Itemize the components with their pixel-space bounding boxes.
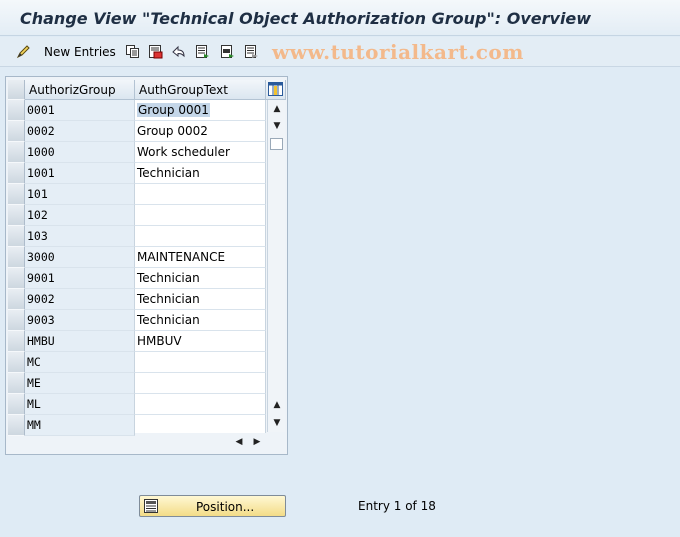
row-selector[interactable]	[8, 247, 25, 268]
delete-icon[interactable]	[148, 44, 163, 59]
cell-authgrouptext[interactable]: Group 0002	[135, 121, 266, 142]
cell-authgrouptext-value: MAINTENANCE	[137, 250, 226, 264]
position-icon	[144, 499, 158, 516]
row-selector[interactable]	[8, 121, 25, 142]
position-button-label: Position...	[196, 500, 255, 514]
cell-authorizgroup: 3000	[25, 247, 135, 268]
row-selector[interactable]	[8, 205, 25, 226]
cell-authorizgroup: HMBU	[25, 331, 135, 352]
cell-authorizgroup: 101	[25, 184, 135, 205]
cell-authgrouptext[interactable]: MAINTENANCE	[135, 247, 266, 268]
cell-authorizgroup: 1000	[25, 142, 135, 163]
cell-authgrouptext[interactable]: Technician	[135, 163, 266, 184]
cell-authorizgroup: 9001	[25, 268, 135, 289]
horizontal-scrollbar[interactable]: ◀ ▶	[135, 433, 266, 451]
cell-authorizgroup: 9002	[25, 289, 135, 310]
scroll-right-icon[interactable]: ▶	[249, 435, 265, 449]
row-selector[interactable]	[8, 226, 25, 247]
row-selector[interactable]	[8, 310, 25, 331]
cell-authorizgroup: ML	[25, 394, 135, 415]
cell-authgrouptext-value: Group 0001	[137, 103, 210, 117]
row-selector[interactable]	[8, 163, 25, 184]
row-selector[interactable]	[8, 373, 25, 394]
position-button[interactable]: Position...	[139, 495, 286, 517]
cell-authgrouptext[interactable]: Technician	[135, 268, 266, 289]
row-selector[interactable]	[8, 394, 25, 415]
deselect-all-icon[interactable]	[244, 44, 259, 59]
cell-authorizgroup: 9003	[25, 310, 135, 331]
cell-authgrouptext[interactable]: HMBUV	[135, 331, 266, 352]
scroll-down-icon[interactable]: ▼	[269, 416, 285, 430]
row-selector[interactable]	[8, 100, 25, 121]
row-selector[interactable]	[8, 289, 25, 310]
cell-authgrouptext-value: Technician	[137, 292, 200, 306]
entry-counter: Entry 1 of 18	[358, 499, 436, 513]
cell-authorizgroup: MM	[25, 415, 135, 436]
new-entries-button[interactable]: New Entries	[44, 45, 116, 59]
cell-authgrouptext[interactable]	[135, 352, 266, 373]
cell-authorizgroup: 0001	[25, 100, 135, 121]
cell-authgrouptext[interactable]	[135, 373, 266, 394]
cell-authgrouptext[interactable]	[135, 184, 266, 205]
select-all-icon[interactable]	[195, 44, 210, 59]
cell-authgrouptext[interactable]: Technician	[135, 289, 266, 310]
cell-authorizgroup: MC	[25, 352, 135, 373]
column-header-authgrouptext[interactable]: AuthGroupText	[135, 80, 266, 100]
row-selector[interactable]	[8, 268, 25, 289]
cell-authgrouptext[interactable]	[135, 205, 266, 226]
cell-authorizgroup: ME	[25, 373, 135, 394]
cell-authgrouptext-value: HMBUV	[137, 334, 182, 348]
copy-icon[interactable]	[125, 44, 140, 59]
cell-authgrouptext-value: Group 0002	[137, 124, 208, 138]
cell-authgrouptext[interactable]	[135, 394, 266, 415]
scroll-page-up-icon[interactable]: ▼	[269, 119, 285, 133]
select-block-icon[interactable]	[220, 44, 235, 59]
cell-authorizgroup: 103	[25, 226, 135, 247]
cell-authgrouptext-value: Work scheduler	[137, 145, 230, 159]
application-toolbar: New Entries www.tutorialkart.com	[0, 37, 680, 67]
cell-authgrouptext-value: Technician	[137, 271, 200, 285]
cell-authgrouptext[interactable]: Technician	[135, 310, 266, 331]
display-change-icon[interactable]	[16, 44, 31, 59]
row-selector[interactable]	[8, 415, 25, 436]
watermark: www.tutorialkart.com	[272, 40, 524, 64]
scroll-left-icon[interactable]: ◀	[231, 435, 247, 449]
cell-authorizgroup: 102	[25, 205, 135, 226]
row-selector[interactable]	[8, 352, 25, 373]
scroll-thumb[interactable]	[270, 138, 283, 150]
vertical-scrollbar[interactable]: ▲ ▼ ▲ ▼	[267, 100, 285, 432]
page-title: Change View "Technical Object Authorizat…	[20, 9, 592, 28]
title-bar: Change View "Technical Object Authorizat…	[0, 0, 680, 36]
cell-authgrouptext[interactable]	[135, 226, 266, 247]
cell-authgrouptext-value: Technician	[137, 166, 200, 180]
cell-authgrouptext-value: Technician	[137, 313, 200, 327]
column-header-authorizgroup[interactable]: AuthorizGroup	[25, 80, 135, 100]
row-selector[interactable]	[8, 142, 25, 163]
undo-icon[interactable]	[171, 44, 186, 59]
row-selector[interactable]	[8, 184, 25, 205]
cell-authorizgroup: 0002	[25, 121, 135, 142]
scroll-up-icon[interactable]: ▲	[269, 102, 285, 116]
cell-authorizgroup: 1001	[25, 163, 135, 184]
table-settings-icon[interactable]	[266, 80, 286, 100]
select-all-rows-corner[interactable]	[8, 80, 25, 100]
scroll-page-down-icon[interactable]: ▲	[269, 398, 285, 412]
cell-authgrouptext[interactable]: Group 0001	[135, 100, 266, 121]
row-selector[interactable]	[8, 331, 25, 352]
cell-authgrouptext[interactable]: Work scheduler	[135, 142, 266, 163]
